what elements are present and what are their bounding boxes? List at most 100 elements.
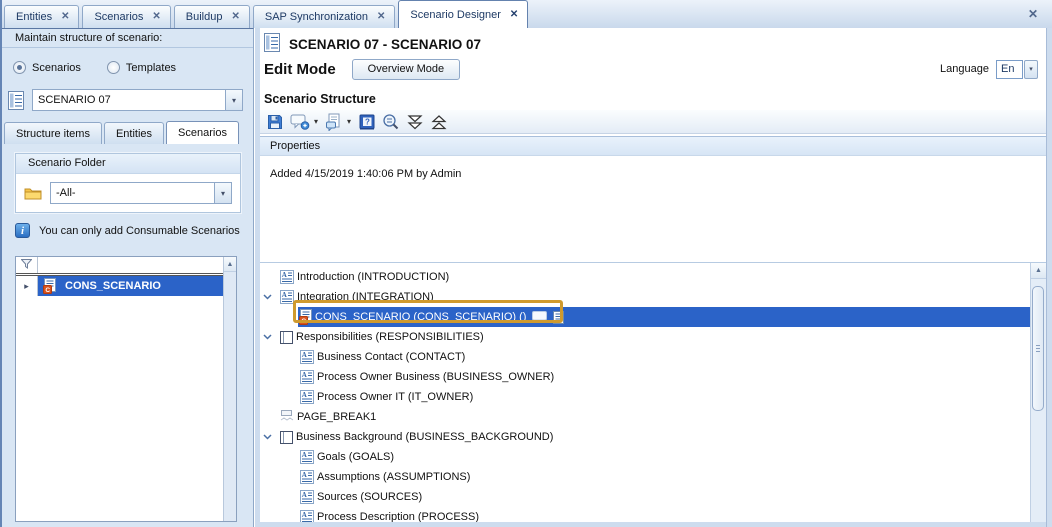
- tree-item-process-owner-it[interactable]: A Process Owner IT (IT_OWNER): [260, 387, 1030, 407]
- text-section-icon: A: [300, 490, 314, 504]
- tree-item-sources[interactable]: A Sources (SOURCES): [260, 487, 1030, 507]
- grid-scrollbar[interactable]: ▲: [223, 257, 236, 521]
- tree-item-goals[interactable]: A Goals (GOALS): [260, 447, 1030, 467]
- text-section-icon: A: [280, 290, 294, 304]
- language-select[interactable]: En: [996, 60, 1023, 79]
- grid-filter-cell[interactable]: [38, 257, 223, 273]
- help-book-button[interactable]: ?: [355, 111, 379, 133]
- zoom-preview-button[interactable]: [379, 111, 403, 133]
- tree-item-cons-scenario-selected[interactable]: C CONS_SCENARIO (CONS_SCENARIO) (): [260, 307, 1030, 327]
- tab-buildup[interactable]: Buildup ✕: [174, 5, 250, 28]
- scroll-up-icon[interactable]: ▲: [224, 257, 236, 272]
- tab-scenarios[interactable]: Scenarios ✕: [82, 5, 170, 28]
- info-text: You can only add Consumable Scenarios: [39, 225, 240, 237]
- svg-text:A: A: [302, 511, 307, 519]
- tab-sap-synchronization[interactable]: SAP Synchronization ✕: [253, 5, 396, 28]
- chevron-down-icon[interactable]: ▾: [314, 117, 318, 126]
- tree-scrollbar[interactable]: ▲: [1030, 263, 1046, 522]
- tree-item-responsibilities[interactable]: Responsibilities (RESPONSIBILITIES): [260, 327, 1030, 347]
- svg-text:A: A: [282, 271, 287, 279]
- text-section-icon: A: [300, 450, 314, 464]
- svg-text:A: A: [302, 451, 307, 459]
- page-comment-button[interactable]: [322, 111, 346, 133]
- chevron-down-icon[interactable]: ▾: [1024, 60, 1038, 79]
- text-section-icon: A: [300, 370, 314, 384]
- table-row[interactable]: ▸ C CONS_SCENARIO: [16, 276, 223, 296]
- window-right-edge: [1046, 28, 1052, 527]
- filter-funnel-icon[interactable]: [21, 259, 32, 272]
- tree-item-business-contact[interactable]: A Business Contact (CONTACT): [260, 347, 1030, 367]
- chevron-down-icon[interactable]: [263, 334, 272, 340]
- overview-mode-button[interactable]: Overview Mode: [352, 59, 460, 80]
- edit-mode-label: Edit Mode: [264, 61, 336, 78]
- close-icon[interactable]: ✕: [510, 10, 518, 20]
- close-icon[interactable]: ✕: [377, 12, 385, 22]
- svg-text:?: ?: [365, 117, 370, 126]
- properties-added-text: Added 4/15/2019 1:40:06 PM by Admin: [270, 168, 461, 180]
- tree-item-process-owner-business[interactable]: A Process Owner Business (BUSINESS_OWNER…: [260, 367, 1030, 387]
- chevron-down-icon[interactable]: [263, 294, 272, 300]
- properties-header: Properties: [260, 136, 1046, 156]
- close-icon[interactable]: ✕: [1028, 7, 1038, 21]
- scenario-type-radios: Scenarios Templates: [13, 61, 202, 74]
- svg-text:A: A: [302, 471, 307, 479]
- tab-label: Scenarios: [94, 11, 143, 23]
- collapse-all-button[interactable]: [427, 111, 451, 133]
- tree-item-business-background[interactable]: Business Background (BUSINESS_BACKGROUND…: [260, 427, 1030, 447]
- document-icon[interactable]: [553, 311, 564, 324]
- close-icon[interactable]: ✕: [231, 12, 239, 22]
- tree-item-label: Responsibilities (RESPONSIBILITIES): [296, 331, 484, 343]
- tab-scenarios-inner[interactable]: Scenarios: [166, 121, 239, 144]
- svg-text:A: A: [302, 371, 307, 379]
- add-comment-button[interactable]: [287, 111, 313, 133]
- tab-structure-items[interactable]: Structure items: [4, 122, 102, 144]
- tab-label: Entities: [16, 11, 52, 23]
- page-break-icon: [280, 410, 294, 424]
- tree-item-assumptions[interactable]: A Assumptions (ASSUMPTIONS): [260, 467, 1030, 487]
- text-section-icon: A: [280, 270, 294, 284]
- scroll-up-icon[interactable]: ▲: [1031, 263, 1046, 279]
- scenario-combobox-value: SCENARIO 07: [33, 90, 225, 110]
- tab-label: Buildup: [186, 11, 223, 23]
- scrollbar-thumb[interactable]: [1032, 286, 1044, 411]
- svg-text:A: A: [302, 491, 307, 499]
- tab-label: Scenario Designer: [410, 9, 501, 21]
- document-tab-bar: Entities ✕ Scenarios ✕ Buildup ✕ SAP Syn…: [2, 0, 1052, 28]
- scenario-document-icon: [264, 33, 280, 55]
- radio-scenarios[interactable]: [13, 61, 26, 74]
- scenario-designer-panel: SCENARIO 07 - SCENARIO 07 Edit Mode Over…: [260, 28, 1046, 522]
- save-button[interactable]: [263, 111, 287, 133]
- grid-filter-row[interactable]: [16, 257, 223, 276]
- text-section-icon: A: [300, 390, 314, 404]
- tab-scenario-designer[interactable]: Scenario Designer ✕: [398, 0, 528, 28]
- radio-templates[interactable]: [107, 61, 120, 74]
- close-icon[interactable]: ✕: [152, 12, 160, 22]
- tree-item-introduction[interactable]: A Introduction (INTRODUCTION): [260, 267, 1030, 287]
- comment-icon[interactable]: [532, 311, 547, 324]
- page-title: SCENARIO 07 - SCENARIO 07: [289, 37, 481, 52]
- grid-row-label: CONS_SCENARIO: [65, 280, 161, 292]
- close-icon[interactable]: ✕: [61, 12, 69, 22]
- expand-all-button[interactable]: [403, 111, 427, 133]
- svg-text:A: A: [302, 391, 307, 399]
- scenario-combobox[interactable]: SCENARIO 07 ▾: [32, 89, 243, 111]
- tab-entities-inner[interactable]: Entities: [104, 122, 164, 144]
- tree-item-label: Business Contact (CONTACT): [317, 351, 465, 363]
- svg-text:A: A: [282, 291, 287, 299]
- tab-entities[interactable]: Entities ✕: [4, 5, 79, 28]
- tree-item-page-break[interactable]: PAGE_BREAK1: [260, 407, 1030, 427]
- chevron-down-icon[interactable]: ▾: [214, 183, 231, 203]
- chevron-down-icon[interactable]: ▾: [225, 90, 242, 110]
- radio-scenarios-label: Scenarios: [32, 62, 81, 74]
- text-section-icon: A: [300, 470, 314, 484]
- scenario-document-icon: [8, 91, 24, 110]
- tree-item-integration[interactable]: A Integration (INTEGRATION): [260, 287, 1030, 307]
- tab-label: SAP Synchronization: [265, 11, 368, 23]
- chevron-down-icon[interactable]: ▾: [347, 117, 351, 126]
- language-label: Language: [940, 63, 989, 75]
- row-marker-icon: ▸: [16, 276, 38, 296]
- scenario-structure-tree: A Introduction (INTRODUCTION) A Integrat…: [260, 262, 1046, 522]
- folder-combobox[interactable]: -All- ▾: [50, 182, 232, 204]
- chevron-down-icon[interactable]: [263, 434, 272, 440]
- scenario-selector-row: SCENARIO 07 ▾: [8, 89, 243, 111]
